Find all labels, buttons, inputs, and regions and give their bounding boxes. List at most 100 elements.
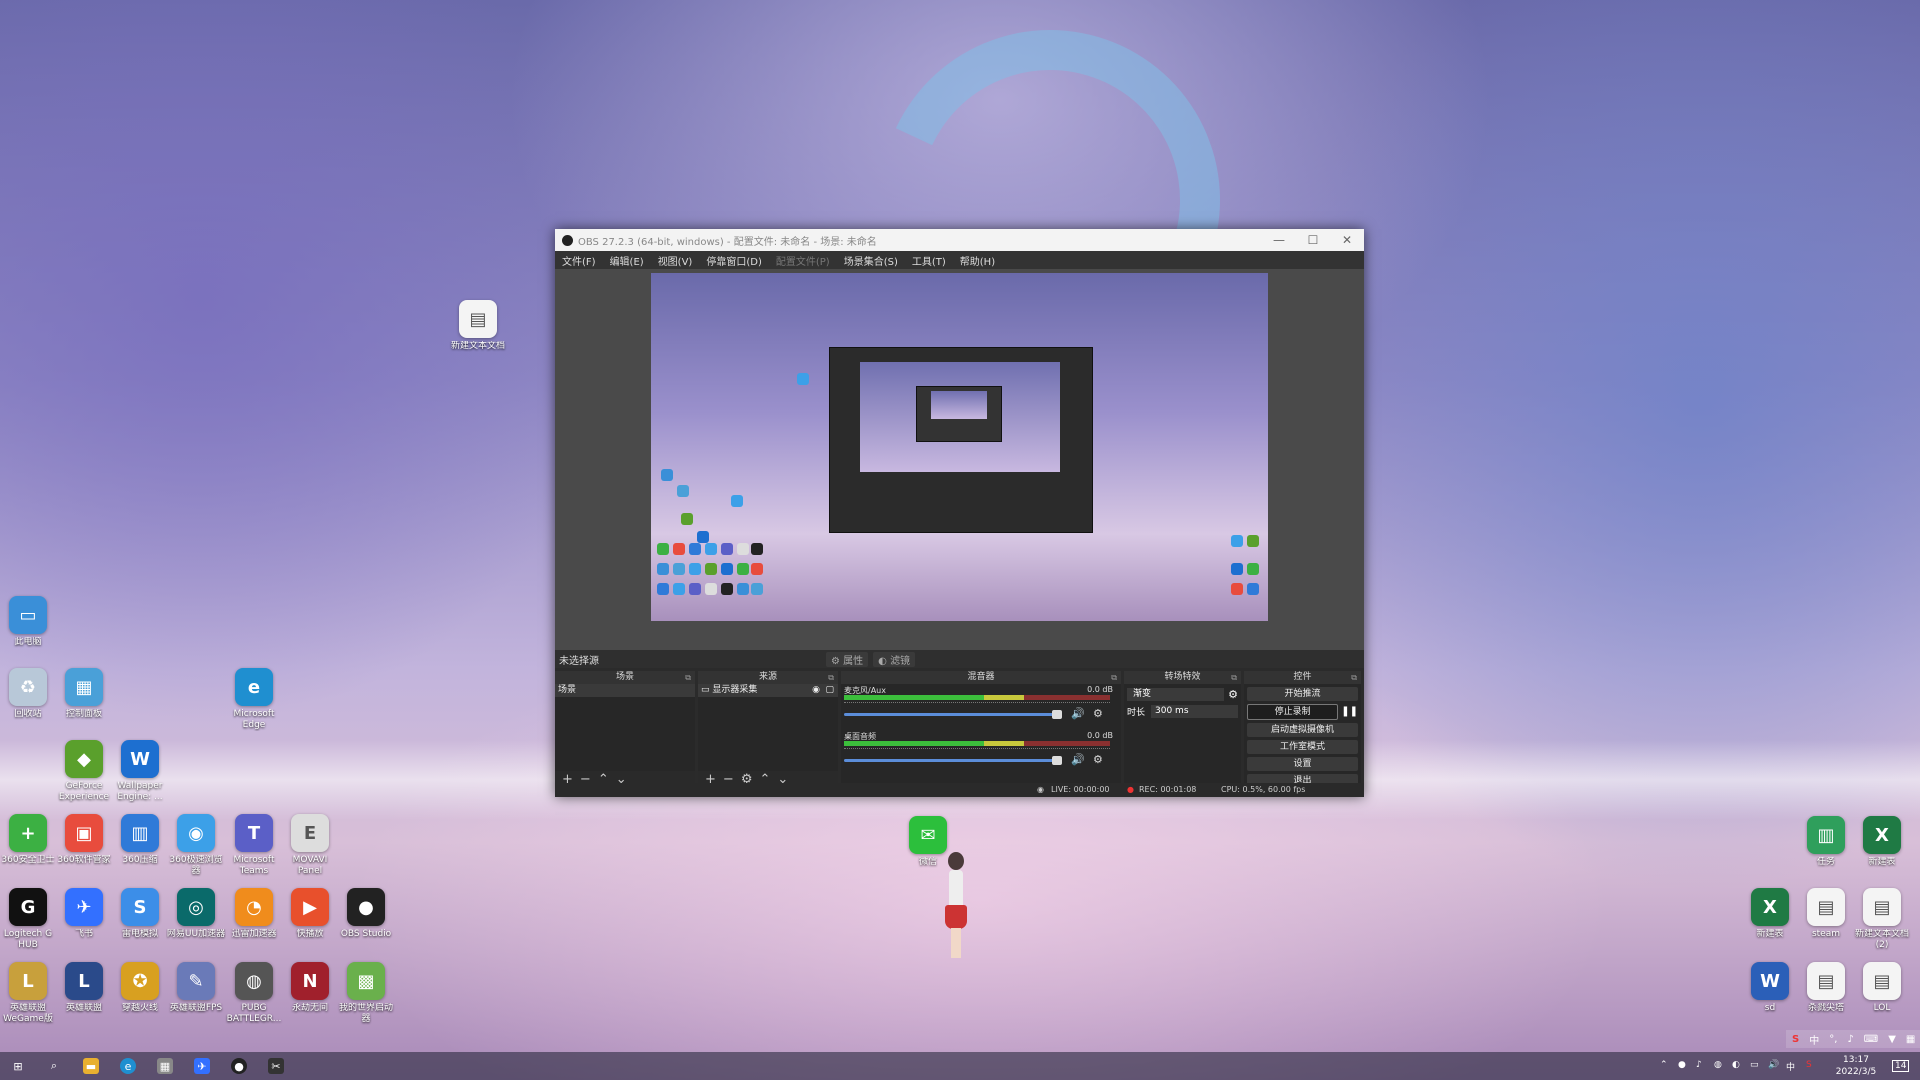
desktop-icon[interactable]: ◆ GeForce Experience	[54, 740, 114, 803]
desktop-icon[interactable]: ▣ 360软件管家	[54, 814, 114, 866]
menu-edit[interactable]: 编辑(E)	[603, 253, 651, 268]
tray-volume-icon[interactable]: 🔊	[1768, 1060, 1779, 1070]
maximize-icon[interactable]: ☐	[1296, 229, 1330, 251]
desktop-icon[interactable]: E MOVAVI Panel	[280, 814, 340, 877]
snipping-tool-icon[interactable]: ✂	[268, 1058, 284, 1074]
menu-file[interactable]: 文件(F)	[555, 253, 603, 268]
desktop-icon[interactable]: ▤ steam	[1796, 888, 1856, 940]
desktop-icon[interactable]: +360安全卫士	[0, 814, 58, 866]
scene-item[interactable]: 场景	[555, 684, 695, 697]
mic-icon[interactable]: ♪	[1847, 1034, 1853, 1045]
properties-button[interactable]: ⚙ 属性	[826, 651, 869, 667]
dock-float-icon[interactable]: ⧉	[685, 671, 691, 684]
punctuation-icon[interactable]: °,	[1829, 1034, 1837, 1045]
skin-icon[interactable]: ▼	[1888, 1034, 1896, 1045]
desktop-icon[interactable]: e Microsoft Edge	[224, 668, 284, 731]
duration-input[interactable]: 300 ms	[1151, 705, 1238, 718]
desktop-icon[interactable]: ◍ PUBG BATTLEGR...	[224, 962, 284, 1025]
windows-start-icon[interactable]: ⊞	[10, 1058, 26, 1074]
dock-float-icon[interactable]: ⧉	[1231, 671, 1237, 684]
gear-icon[interactable]: ⚙	[1093, 753, 1103, 766]
source-item[interactable]: ▭ 显示器采集 ◉ ▢	[698, 684, 838, 697]
tray-display-icon[interactable]: ▭	[1750, 1060, 1759, 1070]
menu-help[interactable]: 帮助(H)	[953, 253, 1002, 268]
desktop-icon[interactable]: X 新建表	[1852, 816, 1912, 868]
edge-taskbar-icon[interactable]: e	[120, 1058, 136, 1074]
keyboard-icon[interactable]: ⌨	[1864, 1034, 1878, 1045]
lock-icon[interactable]: ▢	[825, 684, 834, 697]
filters-button[interactable]: ◐ 滤镜	[873, 651, 916, 667]
close-icon[interactable]: ✕	[1330, 229, 1364, 251]
pause-icon[interactable]: ❚❚	[1341, 706, 1358, 717]
ime-mode[interactable]: 中	[1809, 1032, 1819, 1047]
obs-window[interactable]: OBS 27.2.3 (64-bit, windows) - 配置文件: 未命名…	[555, 229, 1364, 797]
speaker-icon[interactable]: 🔊	[1071, 707, 1085, 720]
menu-docks[interactable]: 停靠窗口(D)	[699, 253, 769, 268]
desktop-icon[interactable]: T Microsoft Teams	[224, 814, 284, 877]
menu-tools[interactable]: 工具(T)	[905, 253, 953, 268]
desktop-icon[interactable]: ♻ 回收站	[0, 668, 58, 720]
desktop-icon[interactable]: ● OBS Studio	[336, 888, 396, 940]
tray-app-icon[interactable]: ●	[1678, 1060, 1686, 1070]
minimize-icon[interactable]: —	[1262, 229, 1296, 251]
volume-slider[interactable]	[844, 710, 1062, 719]
studio-mode-button[interactable]: 工作室模式	[1247, 740, 1358, 754]
transition-select[interactable]: 渐变	[1127, 688, 1225, 701]
desktop-icon[interactable]: Wsd	[1740, 962, 1800, 1014]
speaker-icon[interactable]: 🔊	[1071, 753, 1085, 766]
file-explorer-icon[interactable]: ▬	[83, 1058, 99, 1074]
desktop-icon[interactable]: N 永劫无间	[280, 962, 340, 1014]
eye-icon[interactable]: ◉	[812, 684, 820, 697]
desktop-icon[interactable]: S 雷电模拟	[110, 888, 170, 940]
toolbox-icon[interactable]: ▦	[1906, 1034, 1915, 1045]
tray-mic-icon[interactable]: ♪	[1696, 1060, 1702, 1070]
gear-icon[interactable]: ⚙	[1093, 707, 1103, 720]
settings-button[interactable]: 设置	[1247, 757, 1358, 771]
desktop-icon[interactable]: ◎ 网易UU加速器	[166, 888, 226, 940]
calculator-icon[interactable]: ▦	[157, 1058, 173, 1074]
desktop-icon[interactable]: ▤ LOL	[1852, 962, 1912, 1014]
desktop-icon[interactable]: W Wallpaper Engine: ...	[110, 740, 170, 803]
desktop-icon[interactable]: ▤ 新建文本文档(2)	[1852, 888, 1912, 951]
tray-sogou-icon[interactable]: S	[1806, 1060, 1812, 1070]
desktop-icon[interactable]: ▦ 控制面板	[54, 668, 114, 720]
desktop-icon[interactable]: ✈ 飞书	[54, 888, 114, 940]
gear-icon[interactable]: ⚙	[1228, 688, 1238, 701]
tray-expand-icon[interactable]: ⌃	[1660, 1060, 1668, 1070]
obs-taskbar-icon[interactable]: ●	[231, 1058, 247, 1074]
search-icon[interactable]: ⌕	[46, 1058, 62, 1074]
preview-canvas[interactable]	[651, 273, 1268, 621]
tray-network-icon[interactable]: ◍	[1714, 1060, 1722, 1070]
menu-scene-collection[interactable]: 场景集合(S)	[837, 253, 905, 268]
desktop-icon[interactable]: ▭ 此电脑	[0, 596, 58, 648]
tray-steam-icon[interactable]: ◐	[1732, 1060, 1740, 1070]
dock-float-icon[interactable]: ⧉	[1111, 671, 1117, 684]
desktop-icon[interactable]: ▶ 快播放	[280, 888, 340, 940]
desktop-icon[interactable]: ▤ 杀戮尖塔	[1796, 962, 1856, 1014]
desktop-icon[interactable]: ✪ 穿越火线	[110, 962, 170, 1014]
desktop-icon[interactable]: ▥ 任务	[1796, 816, 1856, 868]
ime-toolbar[interactable]: S 中 °, ♪ ⌨ ▼ ▦	[1786, 1030, 1920, 1048]
desktop-icon[interactable]: X 新建表	[1740, 888, 1800, 940]
dock-float-icon[interactable]: ⧉	[828, 671, 834, 684]
desktop-icon[interactable]: ◔ 迅雷加速器	[224, 888, 284, 940]
dock-float-icon[interactable]: ⧉	[1351, 671, 1357, 684]
start-virtual-camera-button[interactable]: 启动虚拟摄像机	[1247, 723, 1358, 737]
desktop-icon[interactable]: ✉ 微信	[898, 816, 958, 868]
desktop-icon[interactable]: ▥ 360压缩	[110, 814, 170, 866]
desktop-icon[interactable]: L 英雄联盟WeGame版	[0, 962, 58, 1025]
desktop-icon[interactable]: ✎ 英雄联盟FPS	[166, 962, 226, 1014]
desktop-icon[interactable]: L 英雄联盟	[54, 962, 114, 1014]
start-streaming-button[interactable]: 开始推流	[1247, 687, 1358, 701]
obs-titlebar[interactable]: OBS 27.2.3 (64-bit, windows) - 配置文件: 未命名…	[555, 229, 1364, 251]
volume-slider[interactable]	[844, 756, 1062, 765]
desktop-icon[interactable]: G Logitech G HUB	[0, 888, 58, 951]
menu-view[interactable]: 视图(V)	[651, 253, 700, 268]
desktop-icon[interactable]: ▩ 我的世界启动器	[336, 962, 396, 1025]
tray-ime-mode[interactable]: 中	[1786, 1060, 1795, 1073]
stop-recording-button[interactable]: 停止录制	[1247, 704, 1339, 720]
taskbar-clock[interactable]: 13:17 2022/3/5	[1826, 1054, 1886, 1078]
menu-profile[interactable]: 配置文件(P)	[769, 253, 837, 268]
desktop-icon[interactable]: ▤ 新建文本文档	[448, 300, 508, 352]
feishu-taskbar-icon[interactable]: ✈	[194, 1058, 210, 1074]
